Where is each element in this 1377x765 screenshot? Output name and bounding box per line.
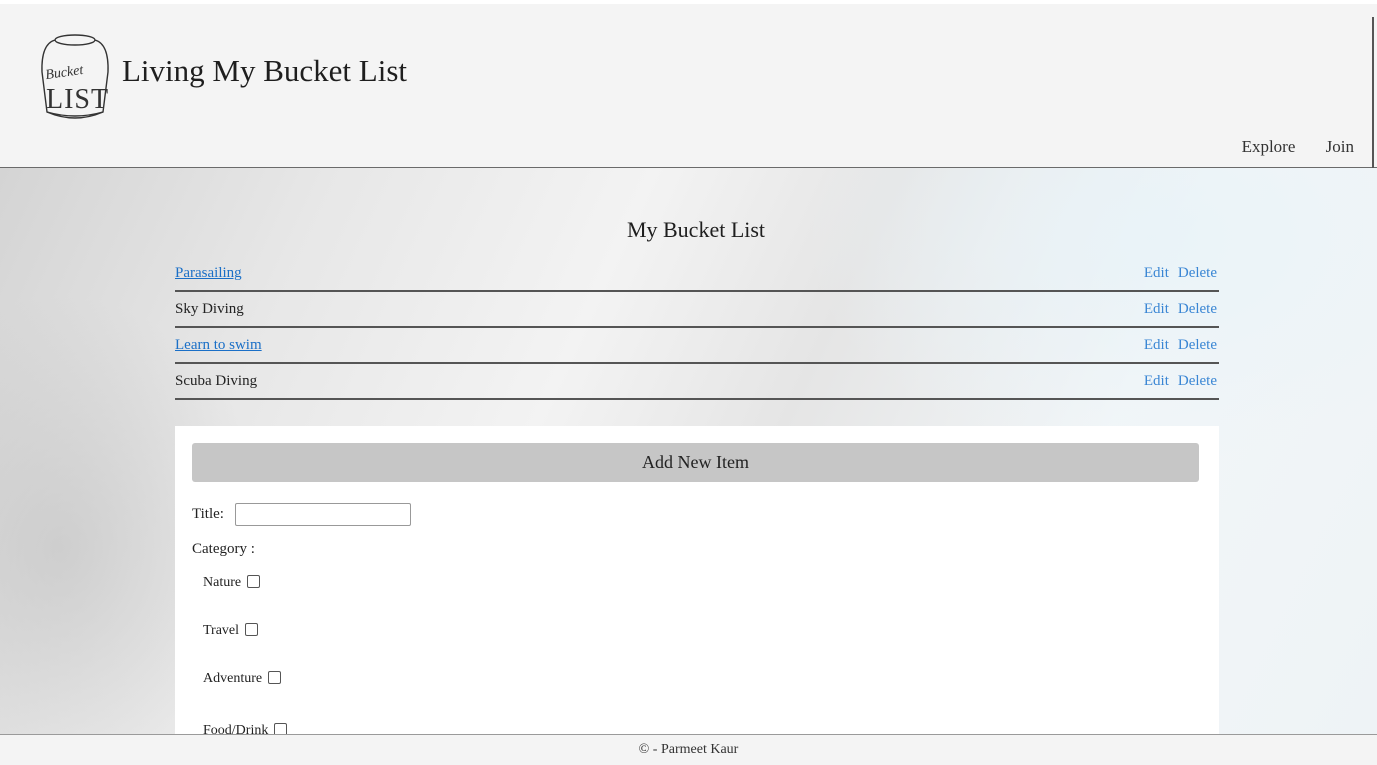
bucket-list-title: My Bucket List [626,217,766,242]
category-option-label: Food/Drink [203,723,269,734]
list-item: Parasailing Edit Delete [175,256,1219,292]
edit-button[interactable]: Edit [1144,373,1169,389]
category-option-label: Adventure [203,671,263,686]
edit-button[interactable]: Edit [1144,265,1169,281]
list-item: Scuba Diving Edit Delete [175,364,1219,400]
edit-button[interactable]: Edit [1144,337,1169,353]
list-item: Learn to swim Edit Delete [175,328,1219,364]
nav-join-link[interactable]: Join [1326,137,1354,156]
delete-button[interactable]: Delete [1178,373,1217,389]
item-title-link[interactable]: Parasailing [175,265,242,282]
add-item-form: Add New Item Title: Category : Nature Tr… [175,426,1219,734]
list-item: Sky Diving Edit Delete [175,292,1219,328]
main-nav: Explore Join [1242,137,1354,157]
item-title: Scuba Diving [175,373,258,389]
nature-checkbox[interactable] [247,575,261,588]
copyright-text: © - Parmeet Kaur [638,742,739,757]
category-option-label: Travel [203,623,240,638]
bucket-list: Parasailing Edit Delete Sky Diving Edit De… [175,256,1219,400]
category-option[interactable]: Food/Drink [203,723,288,734]
category-option[interactable]: Travel [203,623,259,639]
bucket-list-logo[interactable]: Bucket LIST [37,28,113,122]
svg-text:Bucket: Bucket [44,63,85,83]
add-item-heading: Add New Item [192,443,1199,482]
item-actions: Edit Delete [1135,301,1217,318]
site-header: Bucket LIST Living My Bucket List Explor… [0,0,1377,168]
site-title[interactable]: Living My Bucket List [122,53,407,89]
adventure-checkbox[interactable] [268,671,282,684]
item-actions: Edit Delete [1135,373,1217,390]
item-actions: Edit Delete [1135,337,1217,354]
nav-explore-link[interactable]: Explore [1242,137,1296,156]
item-title: Sky Diving [175,301,244,317]
category-label: Category : [192,541,255,557]
category-option[interactable]: Nature [203,575,261,591]
main-content: My Bucket List Parasailing Edit Delete Sk… [0,168,1377,734]
site-footer: © - Parmeet Kaur [0,734,1377,765]
travel-checkbox[interactable] [245,623,259,636]
title-input[interactable] [235,503,411,526]
edit-button[interactable]: Edit [1144,301,1169,317]
item-title-link[interactable]: Learn to swim [175,337,262,354]
delete-button[interactable]: Delete [1178,301,1217,317]
category-option-label: Nature [203,575,242,590]
item-actions: Edit Delete [1135,265,1217,282]
category-option[interactable]: Adventure [203,671,282,687]
svg-text:LIST: LIST [46,84,109,115]
header-top-edge [0,0,1377,4]
delete-button[interactable]: Delete [1178,337,1217,353]
delete-button[interactable]: Delete [1178,265,1217,281]
title-label: Title: [192,506,224,522]
food-drink-checkbox[interactable] [274,723,288,734]
